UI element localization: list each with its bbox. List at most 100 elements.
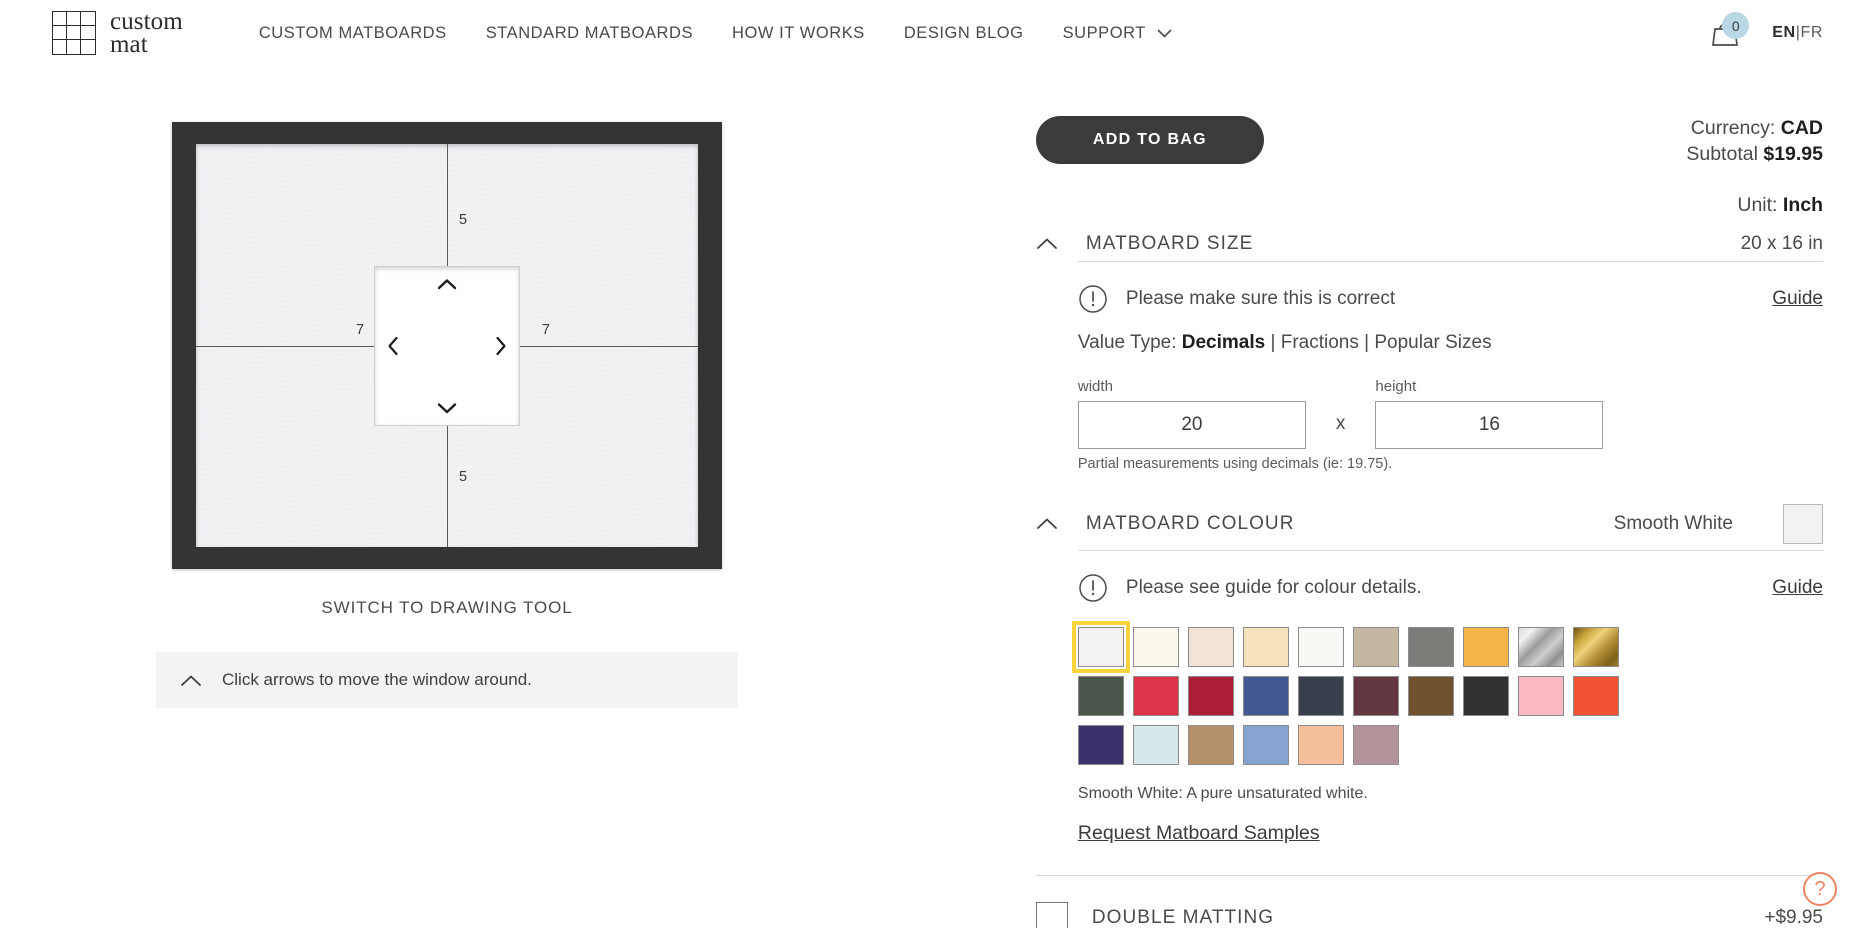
subtotal-row: Subtotal $19.95 — [1686, 142, 1823, 168]
help-button[interactable]: ? — [1803, 872, 1837, 906]
brand-logo[interactable]: custom mat — [52, 8, 183, 57]
matboard-colour-selected-name: Smooth White — [1613, 512, 1733, 534]
colour-notice-text: Please see guide for colour details. — [1125, 576, 1422, 598]
colour-guide-link[interactable]: Guide — [1772, 577, 1823, 599]
cart-count-badge: 0 — [1722, 12, 1750, 39]
order-summary-row: ADD TO BAG Currency: CAD Subtotal $19.95 — [1035, 116, 1823, 168]
colour-swatch[interactable] — [1132, 626, 1179, 667]
unit-row[interactable]: Unit: Inch — [1036, 194, 1823, 217]
nav-item-how-it-works[interactable]: HOW IT WORKS — [732, 24, 865, 43]
colour-swatch[interactable] — [1071, 620, 1130, 673]
margin-label-bottom: 5 — [459, 469, 468, 485]
nav-item-support[interactable]: SUPPORT — [1063, 24, 1172, 43]
value-type-option-fractions[interactable]: Fractions — [1281, 332, 1359, 353]
colour-swatch[interactable] — [1242, 675, 1289, 716]
width-field-wrap: width — [1077, 378, 1306, 449]
mat-window[interactable] — [374, 265, 520, 426]
move-window-right-button[interactable] — [488, 333, 514, 359]
language-inactive[interactable]: FR — [1800, 24, 1823, 41]
language-active[interactable]: EN — [1772, 24, 1795, 41]
height-input[interactable] — [1375, 400, 1604, 449]
brand-wordmark: custom mat — [110, 8, 183, 57]
move-window-up-button[interactable] — [434, 271, 460, 297]
chevron-right-icon — [496, 336, 506, 355]
value-type-label: Value Type: — [1077, 331, 1177, 353]
width-input[interactable] — [1077, 400, 1306, 449]
value-type-row: Value Type: Decimals | Fractions | Popul… — [1078, 332, 1823, 354]
colour-swatch[interactable] — [1517, 675, 1564, 716]
colour-swatch[interactable] — [1077, 724, 1124, 765]
matboard-colour-section: MATBOARD COLOUR Smooth White Please see … — [1036, 498, 1823, 845]
nav-item-design-blog[interactable]: DESIGN BLOG — [904, 24, 1024, 43]
price-block: Currency: CAD Subtotal $19.95 — [1686, 116, 1823, 168]
matboard-size-body: Please make sure this is correct Guide V… — [1077, 260, 1823, 472]
size-guide-link[interactable]: Guide — [1772, 288, 1823, 310]
currency-value: CAD — [1780, 117, 1823, 139]
move-window-down-button[interactable] — [434, 395, 460, 421]
double-matting-row[interactable]: DOUBLE MATTING +$9.95 — [1035, 874, 1823, 928]
colour-swatch[interactable] — [1462, 675, 1509, 716]
value-type-option-decimals[interactable]: Decimals — [1182, 332, 1265, 353]
colour-swatch[interactable] — [1517, 626, 1564, 667]
colour-swatch[interactable] — [1407, 675, 1454, 716]
dimension-separator: x — [1335, 412, 1346, 434]
colour-swatch[interactable] — [1297, 724, 1344, 765]
colour-swatch[interactable] — [1407, 626, 1454, 667]
preview-hint-bar[interactable]: Click arrows to move the window around. — [156, 652, 738, 708]
colour-swatch[interactable] — [1242, 626, 1289, 667]
colour-swatch[interactable] — [1187, 626, 1234, 667]
chevron-up-icon — [437, 278, 457, 289]
chevron-down-icon — [1157, 28, 1172, 38]
nav-label: CUSTOM MATBOARDS — [258, 23, 447, 42]
subtotal-label: Subtotal — [1686, 142, 1758, 165]
matboard-colour-header[interactable]: MATBOARD COLOUR Smooth White — [1036, 498, 1823, 550]
colour-swatch[interactable] — [1297, 626, 1344, 667]
double-matting-checkbox[interactable] — [1035, 901, 1068, 928]
value-type-sep-2: | — [1364, 331, 1370, 353]
nav-label: HOW IT WORKS — [732, 23, 865, 42]
colour-swatch[interactable] — [1572, 675, 1619, 716]
colour-swatch[interactable] — [1572, 626, 1619, 667]
size-input-group: width x height — [1077, 378, 1823, 449]
request-samples-link[interactable]: Request Matboard Samples — [1078, 822, 1320, 845]
double-matting-price: +$9.95 — [1764, 906, 1823, 928]
language-switcher[interactable]: EN|FR — [1772, 24, 1823, 42]
site-header: custom mat CUSTOM MATBOARDS STANDARD MAT… — [0, 0, 1867, 66]
nav-item-custom-matboards[interactable]: CUSTOM MATBOARDS — [259, 24, 447, 43]
preview-column: 5 5 7 7 SWITCH TO DRAWING TOOL Click arr… — [52, 66, 1036, 928]
add-to-bag-button[interactable]: ADD TO BAG — [1035, 116, 1264, 164]
nav-item-standard-matboards[interactable]: STANDARD MATBOARDS — [486, 24, 693, 43]
chevron-up-icon — [181, 675, 201, 686]
currency-label: Currency: — [1690, 117, 1776, 139]
matboard-colour-selected-swatch — [1783, 503, 1823, 544]
colour-swatch[interactable] — [1462, 626, 1509, 667]
colour-swatch[interactable] — [1352, 675, 1399, 716]
colour-swatch[interactable] — [1077, 675, 1124, 716]
colour-swatch[interactable] — [1352, 626, 1399, 667]
colour-swatch[interactable] — [1132, 724, 1179, 765]
colour-swatch-grid — [1071, 620, 1823, 765]
margin-label-right: 7 — [541, 321, 550, 338]
colour-swatch[interactable] — [1132, 675, 1179, 716]
switch-to-drawing-tool-button[interactable]: SWITCH TO DRAWING TOOL — [321, 598, 572, 618]
header-actions: 0 EN|FR — [1708, 12, 1823, 50]
colour-swatch[interactable] — [1242, 724, 1289, 765]
move-window-left-button[interactable] — [380, 333, 406, 359]
question-mark-icon: ? — [1814, 877, 1826, 900]
matboard-size-header[interactable]: MATBOARD SIZE 20 x 16 in — [1036, 227, 1823, 261]
colour-swatch[interactable] — [1352, 724, 1399, 765]
matboard-size-section: MATBOARD SIZE 20 x 16 in Please make sur… — [1036, 227, 1823, 472]
main-navigation: CUSTOM MATBOARDS STANDARD MATBOARDS HOW … — [259, 24, 1172, 43]
colour-swatch[interactable] — [1297, 675, 1344, 716]
brand-line-1: custom — [110, 8, 183, 35]
colour-swatch[interactable] — [1187, 675, 1234, 716]
mat-frame: 5 5 7 7 — [172, 122, 722, 569]
colour-swatch[interactable] — [1187, 724, 1234, 765]
value-type-option-popular-sizes[interactable]: Popular Sizes — [1374, 332, 1491, 353]
alert-circle-icon — [1079, 285, 1107, 313]
cart-button[interactable]: 0 — [1708, 12, 1750, 50]
options-column: ADD TO BAG Currency: CAD Subtotal $19.95… — [1035, 66, 1823, 928]
size-notice-text: Please make sure this is correct — [1125, 287, 1396, 309]
chevron-left-icon — [388, 336, 398, 355]
colour-swatch-row — [1077, 675, 1823, 716]
